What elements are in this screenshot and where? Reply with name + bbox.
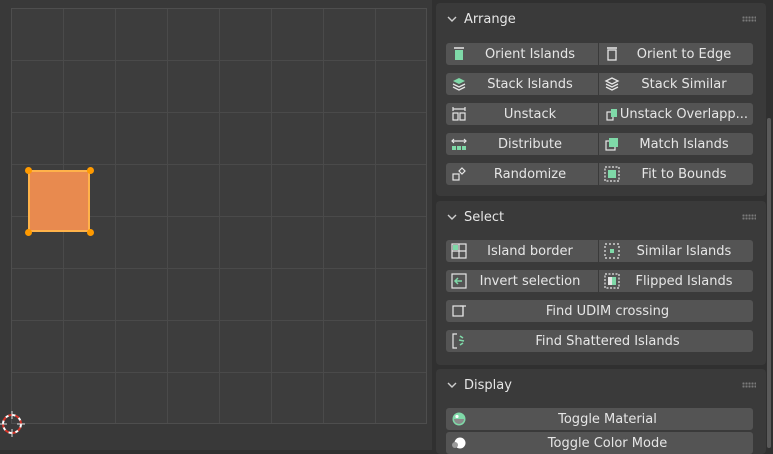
find-udim-crossing-button[interactable]: Find UDIM crossing — [446, 300, 753, 322]
flipped-islands-button[interactable]: Flipped Islands — [599, 270, 753, 292]
orient-islands-icon — [454, 47, 464, 60]
uv-island[interactable] — [28, 170, 90, 232]
panel-scrollbar[interactable] — [767, 118, 771, 448]
uv-vertex[interactable] — [87, 167, 94, 174]
stack-islands-icon — [452, 78, 466, 91]
material-sphere-icon — [452, 412, 466, 426]
orient-to-edge-button[interactable]: Orient to Edge — [599, 43, 753, 65]
arrange-title: Arrange — [464, 11, 516, 27]
invert-selection-button[interactable]: Invert selection — [446, 270, 598, 292]
display-title: Display — [464, 377, 512, 393]
shattered-islands-icon — [452, 333, 465, 349]
island-border-button[interactable]: Island border — [446, 240, 598, 262]
display-panel: Display Toggle Material Toggle Color Mod… — [436, 369, 766, 454]
fit-to-bounds-icon — [604, 166, 620, 182]
unstack-overlapped-button[interactable]: Unstack Overlapp... — [599, 103, 753, 125]
randomize-icon — [452, 167, 466, 181]
select-panel: Select Island border Similar Islands Inv… — [436, 201, 766, 365]
chevron-down-icon — [447, 382, 457, 388]
invert-selection-icon — [451, 273, 467, 289]
2d-cursor-icon[interactable] — [0, 410, 26, 438]
unstack-button[interactable]: Unstack — [446, 103, 598, 125]
drag-grip-icon[interactable] — [742, 382, 756, 388]
udim-crossing-icon — [452, 305, 466, 317]
stack-similar-button[interactable]: Stack Similar — [599, 73, 753, 95]
uv-editor-viewport[interactable] — [0, 0, 432, 450]
toggle-color-mode-button[interactable]: Toggle Color Mode — [446, 432, 753, 454]
orient-islands-button[interactable]: Orient Islands — [446, 43, 598, 65]
find-shattered-islands-button[interactable]: Find Shattered Islands — [446, 330, 753, 352]
unstack-icon — [452, 107, 466, 121]
unstack-overlapped-icon — [606, 109, 617, 121]
chevron-down-icon — [447, 214, 457, 220]
select-title: Select — [464, 209, 505, 225]
distribute-icon — [451, 138, 467, 150]
similar-islands-button[interactable]: Similar Islands — [599, 240, 753, 262]
flipped-islands-icon — [604, 273, 620, 289]
color-mode-icon — [452, 437, 466, 449]
uv-vertex[interactable] — [87, 229, 94, 236]
stack-similar-icon — [604, 77, 620, 91]
match-islands-icon — [605, 138, 618, 151]
drag-grip-icon[interactable] — [742, 214, 756, 220]
uv-vertex[interactable] — [25, 229, 32, 236]
match-islands-button[interactable]: Match Islands — [599, 133, 753, 155]
orient-to-edge-icon — [607, 47, 617, 61]
toggle-material-button[interactable]: Toggle Material — [446, 408, 753, 430]
chevron-down-icon — [447, 16, 457, 22]
stack-islands-button[interactable]: Stack Islands — [446, 73, 598, 95]
select-panel-header[interactable]: Select — [436, 201, 766, 233]
randomize-button[interactable]: Randomize — [446, 163, 598, 185]
drag-grip-icon[interactable] — [742, 16, 756, 22]
display-panel-header[interactable]: Display — [436, 369, 766, 401]
fit-to-bounds-button[interactable]: Fit to Bounds — [599, 163, 753, 185]
arrange-panel-header[interactable]: Arrange — [436, 3, 766, 35]
uv-vertex[interactable] — [25, 167, 32, 174]
arrange-panel: Arrange Orient Islands Orient to Edge St… — [436, 3, 766, 196]
sidebar-panel: Arrange Orient Islands Orient to Edge St… — [432, 0, 773, 454]
island-border-icon — [451, 243, 467, 259]
similar-islands-icon — [604, 243, 620, 259]
distribute-button[interactable]: Distribute — [446, 133, 598, 155]
